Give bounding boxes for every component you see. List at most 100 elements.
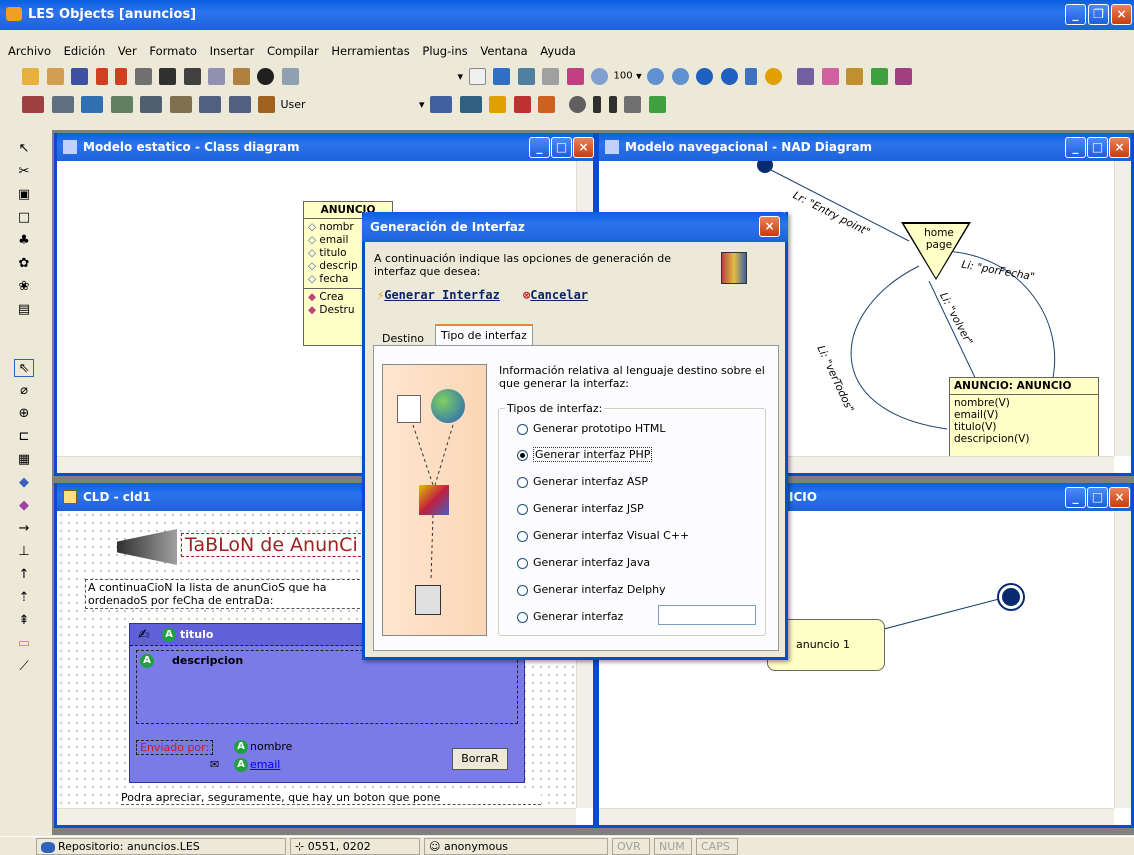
up-icon[interactable] [593,96,602,113]
radio-icon[interactable] [517,557,528,569]
combo-arrow-icon[interactable]: ▾ [458,70,464,83]
undo-icon[interactable] [95,67,108,85]
back-icon[interactable] [696,67,714,85]
state-max-button[interactable]: □ [1087,487,1108,508]
radio-icon[interactable] [517,611,528,623]
arrow-up2-icon[interactable]: ⇡ [14,589,34,607]
compile-icon[interactable] [566,67,584,85]
select-icon[interactable]: ⇖ [14,359,34,377]
option-php[interactable]: Generar interfaz PHP [517,447,653,462]
line-icon[interactable]: ⟋ [14,658,34,676]
diamond-icon[interactable]: ◆ [14,474,34,492]
option-jsp[interactable]: Generar interfaz JSP [517,502,644,515]
frame-icon[interactable]: ▦ [14,451,34,469]
plugin4-icon[interactable] [870,67,888,85]
props-icon[interactable] [542,67,560,85]
user-combo[interactable]: User [281,98,416,111]
nad-min-button[interactable]: _ [1065,137,1086,158]
print-icon[interactable] [134,67,152,85]
radio-icon[interactable] [517,503,528,515]
cld-hscroll[interactable] [57,808,576,825]
nad-vscroll[interactable] [1114,161,1131,456]
node-icon[interactable] [110,96,133,113]
flag-icon[interactable] [648,96,666,113]
scissors-icon[interactable]: ✂ [14,163,34,181]
delete-icon[interactable] [257,67,274,85]
eraser-icon[interactable]: ⌀ [14,382,34,400]
menu-edicion[interactable]: Edición [64,44,106,58]
component-icon[interactable]: ✿ [14,255,34,273]
link-icon[interactable] [140,96,162,113]
table-icon[interactable] [51,96,74,113]
plugin1-icon[interactable] [797,67,815,85]
package-tool-icon[interactable]: ♣ [14,232,34,250]
note-icon[interactable]: ▭ [14,635,34,653]
help-icon[interactable] [764,67,782,85]
layout-icon[interactable] [199,96,221,113]
grid-icon[interactable] [228,96,251,113]
paste-icon[interactable] [232,67,250,85]
state-hscroll[interactable] [599,808,1114,825]
object-icon[interactable]: □ [14,209,34,227]
zoom-value[interactable]: 100 [614,71,633,82]
state-icon[interactable]: ⊏ [14,428,34,446]
menu-ayuda[interactable]: Ayuda [540,44,576,58]
class-min-button[interactable]: _ [529,137,550,158]
radio-icon[interactable] [517,584,528,596]
menu-formato[interactable]: Formato [149,44,197,58]
pencil-icon[interactable]: ✍ [138,627,150,643]
menu-insertar[interactable]: Insertar [210,44,255,58]
plugin5-icon[interactable] [895,67,913,85]
option-visualcpp[interactable]: Generar interfaz Visual C++ [517,529,689,542]
state-vscroll[interactable] [1114,511,1131,808]
plugin2-icon[interactable] [821,67,839,85]
zoom-in-icon[interactable] [647,67,665,85]
down-icon[interactable] [608,96,617,113]
option-custom[interactable]: Generar interfaz [517,610,623,623]
hierarchy-icon[interactable] [81,96,103,113]
preview-icon[interactable] [159,67,176,85]
lock-icon[interactable] [489,96,507,113]
cld-borrar-button[interactable]: BorraR [452,748,508,770]
restore-button[interactable]: ❐ [1088,4,1109,25]
nad-class-anuncio[interactable]: ANUNCIO: ANUNCIO nombre(V) email(V) titu… [949,377,1099,457]
forward-icon[interactable] [720,67,738,85]
package-icon[interactable] [430,96,453,113]
cld-field-email[interactable]: email [250,758,280,771]
user-combo-arrow-icon[interactable]: ▾ [419,98,425,111]
arrow-up-icon[interactable]: ↑ [14,566,34,584]
radio-selected-icon[interactable] [517,449,528,461]
class-max-button[interactable]: □ [551,137,572,158]
custom-interface-input[interactable] [658,605,756,625]
plugin3-icon[interactable] [846,67,864,85]
menu-plugins[interactable]: Plug-ins [422,44,467,58]
radio-icon[interactable] [517,423,528,435]
export-icon[interactable] [538,96,556,113]
new-icon[interactable] [22,67,39,85]
move-icon[interactable]: ⊕ [14,405,34,423]
box-icon[interactable] [459,96,482,113]
doc-icon[interactable] [517,67,535,85]
store-icon[interactable] [513,96,531,113]
cut-icon[interactable] [183,67,201,85]
zoom-icon[interactable] [591,67,609,85]
radio-icon[interactable] [517,530,528,542]
copy-icon[interactable] [208,67,225,85]
diamond2-icon[interactable]: ◆ [14,497,34,515]
option-java[interactable]: Generar interfaz Java [517,556,650,569]
option-asp[interactable]: Generar interfaz ASP [517,475,648,488]
pin-icon[interactable] [568,96,586,113]
menu-archivo[interactable]: Archivo [8,44,51,58]
edit-icon[interactable] [493,67,511,85]
tab-tipo-interfaz[interactable]: Tipo de interfaz [435,324,533,345]
cancelar-link[interactable]: ⊗Cancelar [523,288,588,302]
align-icon[interactable] [169,96,192,113]
state-min-button[interactable]: _ [1065,487,1086,508]
pointer-menu-icon[interactable]: ↖ [14,140,34,158]
arrow-right-icon[interactable]: → [14,520,34,538]
close-button[interactable]: × [1111,4,1132,25]
filter-icon[interactable] [745,67,758,85]
class-close-button[interactable]: × [573,137,594,158]
open-icon[interactable] [46,67,64,85]
zoom-arrow-icon[interactable]: ▾ [636,70,642,83]
